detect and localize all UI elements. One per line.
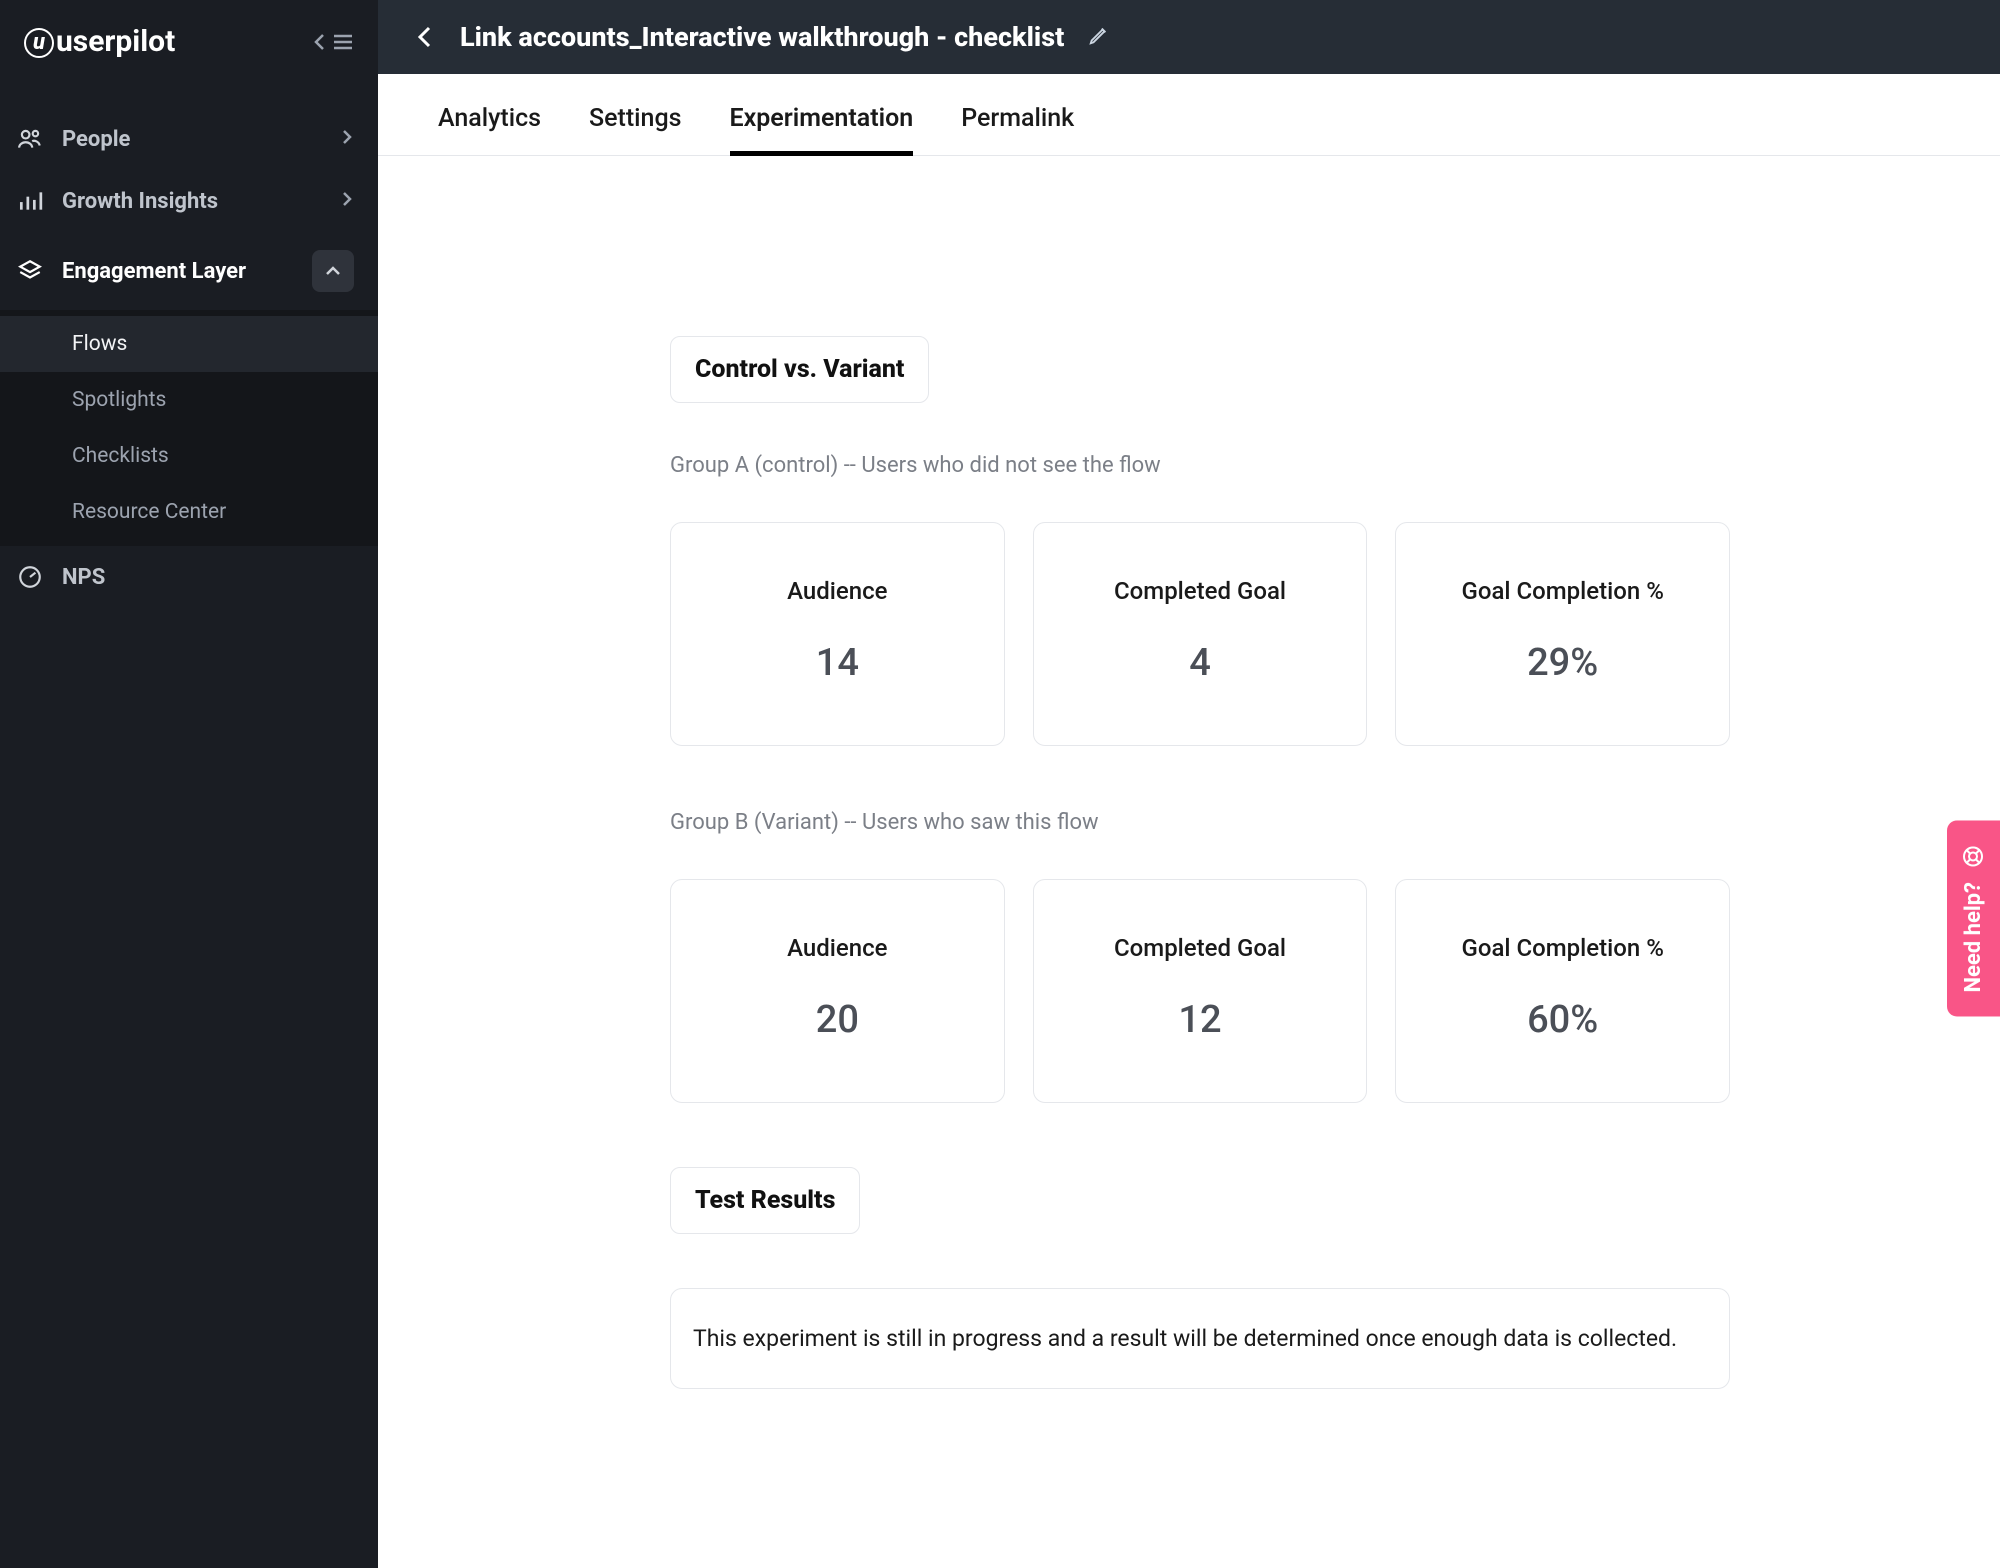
content: Control vs. Variant Group A (control) --…	[378, 156, 2000, 1429]
chevron-right-icon	[340, 126, 354, 152]
stat-value: 20	[691, 998, 984, 1042]
subnav-item-resource-center[interactable]: Resource Center	[0, 484, 378, 540]
stat-card-audience: Audience 14	[670, 522, 1005, 746]
stat-card-completed-goal: Completed Goal 4	[1033, 522, 1368, 746]
sidebar-item-label: Engagement Layer	[62, 259, 294, 284]
page-title: Link accounts_Interactive walkthrough - …	[460, 21, 1064, 53]
stat-label: Completed Goal	[1054, 577, 1347, 605]
people-icon	[16, 126, 44, 152]
gauge-icon	[16, 564, 44, 590]
stat-label: Goal Completion %	[1416, 934, 1709, 962]
edit-title-button[interactable]	[1088, 24, 1110, 50]
group-b-stats: Audience 20 Completed Goal 12 Goal Compl…	[670, 879, 1730, 1103]
group-a-label: Group A (control) -- Users who did not s…	[670, 453, 1730, 478]
stat-value: 14	[691, 641, 984, 685]
collapse-toggle[interactable]	[312, 250, 354, 292]
stat-value: 60%	[1416, 998, 1709, 1042]
subnav-item-flows[interactable]: Flows	[0, 316, 378, 372]
sidebar-item-label: People	[62, 127, 322, 152]
section-title-control-vs-variant: Control vs. Variant	[670, 336, 929, 403]
sidebar-item-nps[interactable]: NPS	[0, 546, 378, 608]
topbar: Link accounts_Interactive walkthrough - …	[378, 0, 2000, 74]
stat-value: 4	[1054, 641, 1347, 685]
sidebar-item-engagement-layer[interactable]: Engagement Layer	[0, 232, 378, 310]
test-results-message: This experiment is still in progress and…	[670, 1288, 1730, 1389]
chevron-left-icon	[312, 30, 328, 54]
group-a-stats: Audience 14 Completed Goal 4 Goal Comple…	[670, 522, 1730, 746]
group-b-label: Group B (Variant) -- Users who saw this …	[670, 810, 1730, 835]
sidebar-item-people[interactable]: People	[0, 108, 378, 170]
stat-label: Goal Completion %	[1416, 577, 1709, 605]
chevron-left-icon	[414, 22, 436, 52]
sidebar-nav: People Growth Insights Engagement Laye	[0, 78, 378, 1568]
tab-analytics[interactable]: Analytics	[438, 104, 541, 155]
sidebar-header: uuserpilot	[0, 0, 378, 78]
layers-icon	[16, 258, 44, 284]
stat-label: Completed Goal	[1054, 934, 1347, 962]
chevron-up-icon	[324, 264, 342, 278]
stat-card-audience: Audience 20	[670, 879, 1005, 1103]
tab-permalink[interactable]: Permalink	[961, 104, 1074, 155]
help-label: Need help?	[1961, 882, 1986, 992]
subnav-item-spotlights[interactable]: Spotlights	[0, 372, 378, 428]
chevron-right-icon	[340, 188, 354, 214]
sidebar: uuserpilot People Growth	[0, 0, 378, 1568]
menu-icon	[332, 31, 354, 53]
tab-experimentation[interactable]: Experimentation	[730, 104, 914, 155]
stat-card-completed-goal: Completed Goal 12	[1033, 879, 1368, 1103]
tab-settings[interactable]: Settings	[589, 104, 682, 155]
sidebar-collapse-button[interactable]	[312, 30, 354, 54]
brand-logo: uuserpilot	[24, 24, 175, 60]
stat-card-goal-completion-rate: Goal Completion % 29%	[1395, 522, 1730, 746]
stat-value: 12	[1054, 998, 1347, 1042]
sidebar-item-growth-insights[interactable]: Growth Insights	[0, 170, 378, 232]
stat-label: Audience	[691, 934, 984, 962]
logo-mark-icon: u	[24, 28, 54, 58]
main-panel: Link accounts_Interactive walkthrough - …	[378, 0, 2000, 1568]
need-help-button[interactable]: Need help?	[1947, 820, 2000, 1016]
sidebar-item-label: Growth Insights	[62, 189, 322, 214]
brand-name: userpilot	[56, 24, 175, 59]
sidebar-item-label: NPS	[62, 565, 354, 590]
lifebuoy-icon	[1962, 844, 1986, 868]
stat-label: Audience	[691, 577, 984, 605]
bar-chart-icon	[16, 188, 44, 214]
section-title-test-results: Test Results	[670, 1167, 860, 1234]
subnav-item-checklists[interactable]: Checklists	[0, 428, 378, 484]
stat-card-goal-completion-rate: Goal Completion % 60%	[1395, 879, 1730, 1103]
pencil-icon	[1088, 24, 1110, 46]
tabs: Analytics Settings Experimentation Perma…	[378, 74, 2000, 156]
engagement-subnav: Flows Spotlights Checklists Resource Cen…	[0, 310, 378, 546]
stat-value: 29%	[1416, 641, 1709, 685]
back-button[interactable]	[414, 22, 436, 52]
